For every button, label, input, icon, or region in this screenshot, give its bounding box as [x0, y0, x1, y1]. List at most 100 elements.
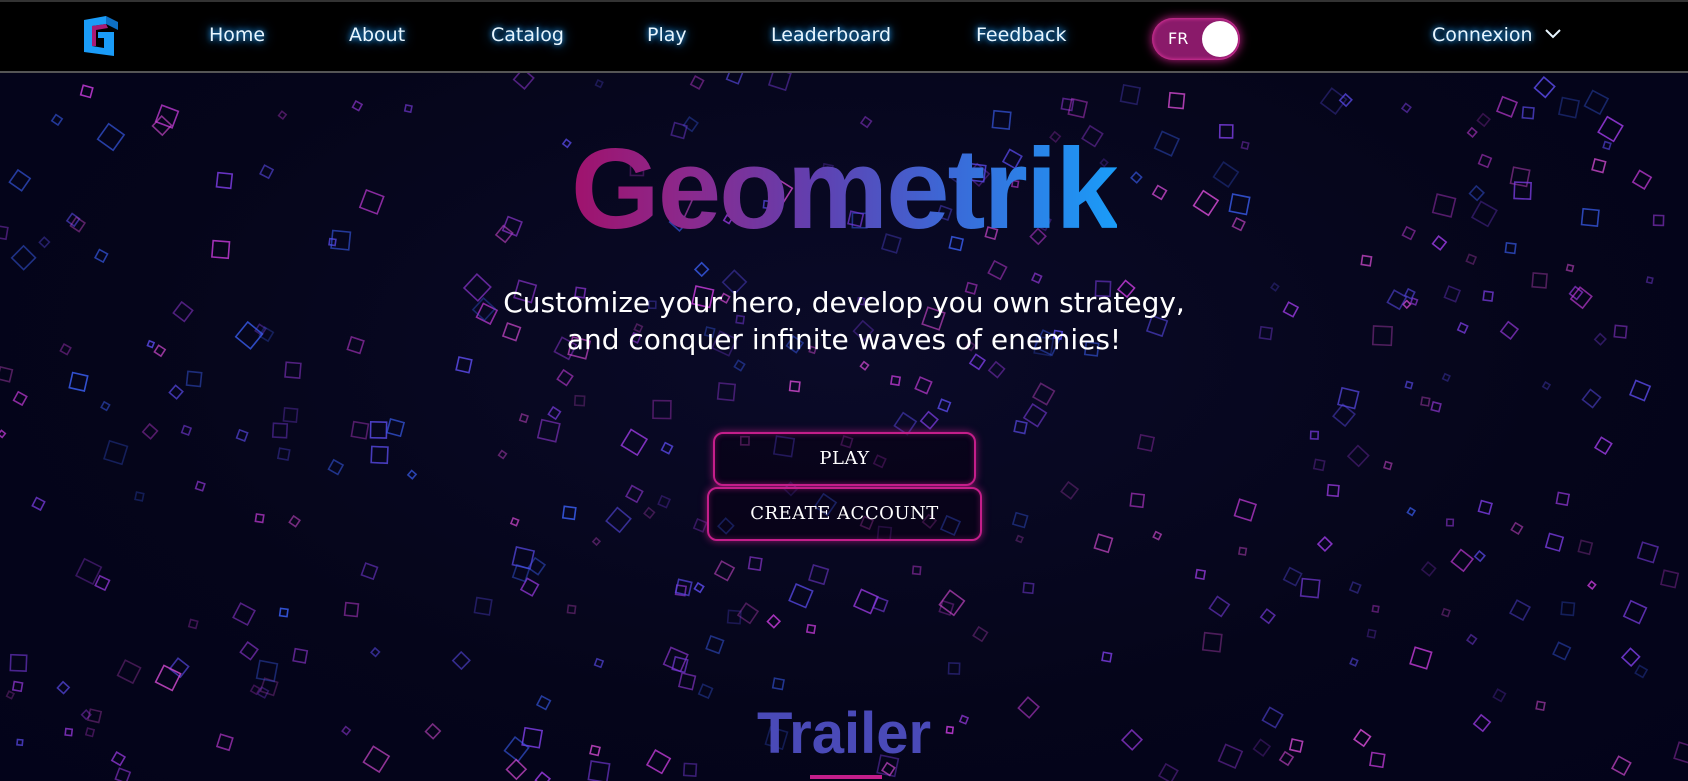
connexion-menu[interactable]: Connexion [1432, 24, 1533, 46]
nav-feedback[interactable]: Feedback [976, 24, 1066, 46]
particle-square [1441, 607, 1451, 618]
particle-square [1587, 580, 1597, 590]
particle-square [1348, 581, 1362, 594]
particle-square [1349, 657, 1359, 667]
particle-square [276, 447, 291, 461]
particle-square [1167, 91, 1186, 110]
particle-square [403, 103, 413, 114]
particle-square [591, 536, 602, 547]
particle-square [726, 609, 742, 625]
particle-square [620, 428, 649, 457]
particle-square [1477, 499, 1493, 516]
particle-square [1541, 381, 1552, 391]
nav-catalog[interactable]: Catalog [491, 24, 564, 46]
particle-square [805, 623, 817, 635]
particle-square [1237, 546, 1248, 556]
particle-square [511, 546, 536, 570]
particle-square [282, 407, 299, 423]
particle-square [1565, 263, 1575, 273]
particle-square [733, 359, 746, 372]
particle-square [593, 657, 605, 669]
particle-square [1445, 518, 1455, 527]
particle-square [1420, 561, 1437, 577]
particle-square [518, 413, 529, 424]
particle-square [1577, 539, 1594, 556]
particle-square [31, 496, 46, 512]
nav-about[interactable]: About [349, 24, 405, 46]
particle-square [1629, 379, 1652, 402]
particle-square [1136, 433, 1156, 452]
particle-square [766, 614, 782, 629]
particle-square [185, 370, 203, 388]
particle-square [271, 422, 289, 439]
particle-square [1544, 532, 1565, 552]
particle-square [652, 399, 672, 420]
nav-home[interactable]: Home [209, 24, 265, 46]
particle-square [1555, 491, 1571, 507]
particle-square [1583, 89, 1610, 116]
particle-field [0, 66, 1688, 781]
trailer-underline [810, 775, 882, 779]
particle-square [947, 662, 961, 675]
geometrik-logo-icon[interactable] [82, 16, 120, 56]
language-toggle-label: FR [1168, 29, 1189, 48]
particle-square [1259, 608, 1276, 625]
chevron-down-icon[interactable] [1544, 28, 1562, 40]
particle-square [497, 449, 508, 460]
particle-square [154, 664, 182, 692]
particle-square [1309, 430, 1320, 440]
particle-square [134, 491, 145, 502]
particle-square [1495, 95, 1519, 118]
language-toggle-knob [1202, 21, 1238, 57]
particle-square [1645, 276, 1654, 285]
particle-square [278, 607, 289, 618]
particle-square [1660, 569, 1680, 589]
particle-square [1521, 106, 1535, 120]
particle-square [327, 458, 345, 476]
particle-square [1593, 436, 1613, 456]
particle-square [657, 494, 671, 509]
particle-square [889, 375, 902, 387]
particle-square [56, 680, 71, 695]
play-button[interactable]: PLAY [713, 432, 976, 486]
particle-square [187, 618, 199, 630]
particle-square [671, 655, 689, 674]
particle-square [1383, 460, 1393, 471]
particle-square [509, 516, 520, 527]
particle-square [351, 99, 364, 112]
particle-square [239, 640, 259, 661]
particle-square [771, 677, 785, 691]
particle-square [1366, 628, 1377, 639]
particle-square [859, 360, 870, 371]
nav-leaderboard[interactable]: Leaderboard [771, 24, 891, 46]
particle-square [1371, 604, 1380, 614]
particle-square [360, 562, 379, 581]
trailer-heading: Trailer [756, 701, 932, 766]
particle-square [566, 604, 577, 615]
particle-square [288, 514, 301, 528]
particle-square [1560, 601, 1576, 617]
create-account-button[interactable]: CREATE ACCOUNT [707, 487, 982, 541]
particle-square [277, 110, 288, 121]
particle-square [660, 441, 674, 455]
particle-square [911, 565, 922, 576]
particle-square [235, 428, 249, 442]
hero-title: Geometrik [571, 126, 1119, 253]
particle-square [1129, 492, 1146, 509]
particle-square [1316, 535, 1333, 553]
particle-square [1346, 444, 1370, 468]
nav-play[interactable]: Play [647, 24, 687, 46]
particle-square [1509, 599, 1531, 622]
language-toggle[interactable]: FR [1152, 18, 1240, 60]
particle-square [693, 261, 710, 278]
particle-square [1208, 595, 1231, 618]
particle-square [1636, 541, 1660, 564]
particle-square [11, 680, 24, 693]
particle-square [103, 439, 129, 466]
particle-square [1233, 498, 1258, 522]
particle-square [1406, 506, 1417, 517]
particle-square [343, 601, 360, 618]
particle-square [406, 469, 418, 480]
particle-square [1015, 534, 1024, 544]
particle-square [94, 574, 111, 592]
